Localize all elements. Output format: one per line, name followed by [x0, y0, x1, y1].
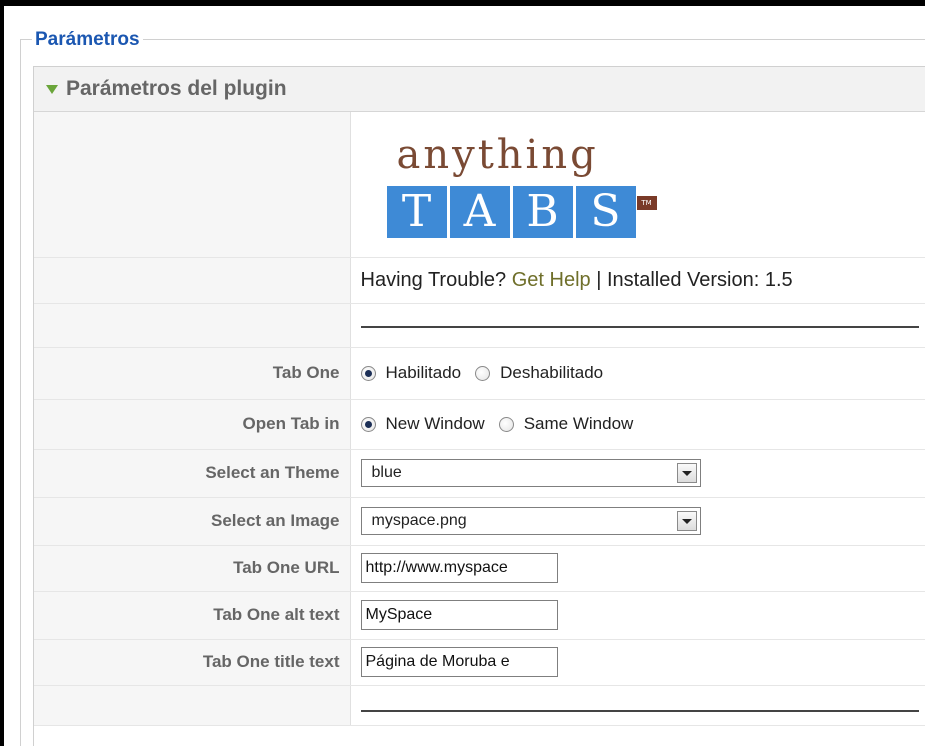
tab-one-title-text-input[interactable]: Página de Moruba e — [360, 647, 558, 677]
param-row-title-text: Tab One title text Página de Moruba e — [34, 639, 925, 686]
empty-key-cell — [34, 303, 351, 348]
plugin-parameters-window: Parámetros Parámetros del plugin anythin… — [4, 6, 925, 746]
open-tab-in-radio-group: New Window Same Window — [360, 414, 925, 434]
trademark-badge: TM — [636, 196, 657, 211]
radio-label-same-window[interactable]: Same Window — [524, 414, 634, 434]
logo-letter: B — [512, 186, 573, 239]
logo-letter: S — [575, 186, 636, 239]
panel-title[interactable]: Parámetros del plugin — [66, 77, 287, 101]
help-cell: Having Trouble? Get Help | Installed Ver… — [350, 257, 925, 304]
radio-deshabilitado[interactable] — [475, 365, 491, 381]
fieldset-border-left — [20, 39, 21, 746]
logo-word: anything — [396, 132, 599, 179]
param-row-url: Tab One URL http://www.myspace — [34, 545, 925, 592]
empty-key-cell — [34, 685, 351, 726]
radio-label-deshabilitado[interactable]: Deshabilitado — [500, 363, 603, 383]
open-tab-in-value: New Window Same Window — [350, 399, 925, 450]
fieldset-border — [20, 39, 925, 40]
param-row-open-tab-in: Open Tab in New Window Same Window — [34, 399, 925, 450]
tab-one-radio-group: Habilitado Deshabilitado — [360, 363, 925, 383]
help-text: Having Trouble? Get Help | Installed Ver… — [361, 269, 793, 291]
parameters-table: anything T A B S TM Having Trouble? Get … — [34, 112, 925, 726]
param-row-image: Select an Image myspace.png — [34, 497, 925, 546]
help-separator: | — [596, 268, 602, 291]
horizontal-rule — [360, 710, 919, 712]
fieldset-legend: Parámetros — [32, 29, 143, 51]
theme-label: Select an Theme — [34, 449, 351, 498]
logo-cell: anything T A B S TM — [350, 112, 925, 258]
help-prefix: Having Trouble? — [360, 268, 507, 291]
logo-row: anything T A B S TM — [34, 112, 925, 258]
url-label: Tab One URL — [34, 545, 351, 592]
expand-triangle-icon[interactable] — [46, 84, 58, 94]
empty-key-cell — [34, 257, 351, 304]
get-help-link[interactable]: Get Help — [512, 269, 591, 291]
bottom-divider-cell — [350, 685, 925, 726]
installed-version: Installed Version: 1.5 — [606, 268, 793, 291]
bottom-divider-row — [34, 685, 925, 726]
alt-text-value: MySpace — [350, 591, 925, 640]
theme-value: blue — [350, 449, 925, 498]
horizontal-rule — [360, 326, 919, 328]
help-row: Having Trouble? Get Help | Installed Ver… — [34, 257, 925, 304]
open-tab-in-label: Open Tab in — [34, 399, 351, 450]
radio-label-new-window[interactable]: New Window — [386, 414, 485, 434]
url-value: http://www.myspace — [350, 545, 925, 592]
divider-cell — [350, 303, 925, 348]
image-label: Select an Image — [34, 497, 351, 546]
dropdown-arrow-icon[interactable] — [676, 463, 697, 483]
radio-new-window[interactable] — [360, 416, 376, 432]
theme-select[interactable]: blue — [360, 459, 701, 487]
radio-habilitado[interactable] — [360, 365, 376, 381]
theme-selected-value: blue — [371, 464, 402, 481]
anything-tabs-logo: anything T A B S TM — [386, 124, 677, 244]
divider-row — [34, 303, 925, 348]
param-row-alt-text: Tab One alt text MySpace — [34, 591, 925, 640]
title-text-value: Página de Moruba e — [350, 639, 925, 686]
tab-one-value: Habilitado Deshabilitado — [350, 347, 925, 400]
dropdown-arrow-icon[interactable] — [676, 511, 697, 531]
plugin-parameters-panel: Parámetros del plugin anything T A B S T… — [33, 66, 925, 746]
tab-one-alt-text-input[interactable]: MySpace — [360, 600, 558, 630]
logo-letter: T — [386, 186, 447, 239]
title-text-label: Tab One title text — [34, 639, 351, 686]
logo-tabs: T A B S — [386, 186, 636, 239]
image-select[interactable]: myspace.png — [360, 507, 701, 535]
radio-label-habilitado[interactable]: Habilitado — [386, 363, 462, 383]
param-row-theme: Select an Theme blue — [34, 449, 925, 498]
logo-letter: A — [449, 186, 510, 239]
image-selected-value: myspace.png — [371, 512, 467, 529]
empty-key-cell — [34, 112, 351, 258]
tab-one-label: Tab One — [34, 347, 351, 400]
image-value: myspace.png — [350, 497, 925, 546]
radio-same-window[interactable] — [498, 416, 514, 432]
tab-one-url-input[interactable]: http://www.myspace — [360, 553, 558, 583]
panel-header-toggle[interactable]: Parámetros del plugin — [34, 67, 925, 112]
param-row-tab-one: Tab One Habilitado Deshabilitado — [34, 347, 925, 400]
alt-text-label: Tab One alt text — [34, 591, 351, 640]
